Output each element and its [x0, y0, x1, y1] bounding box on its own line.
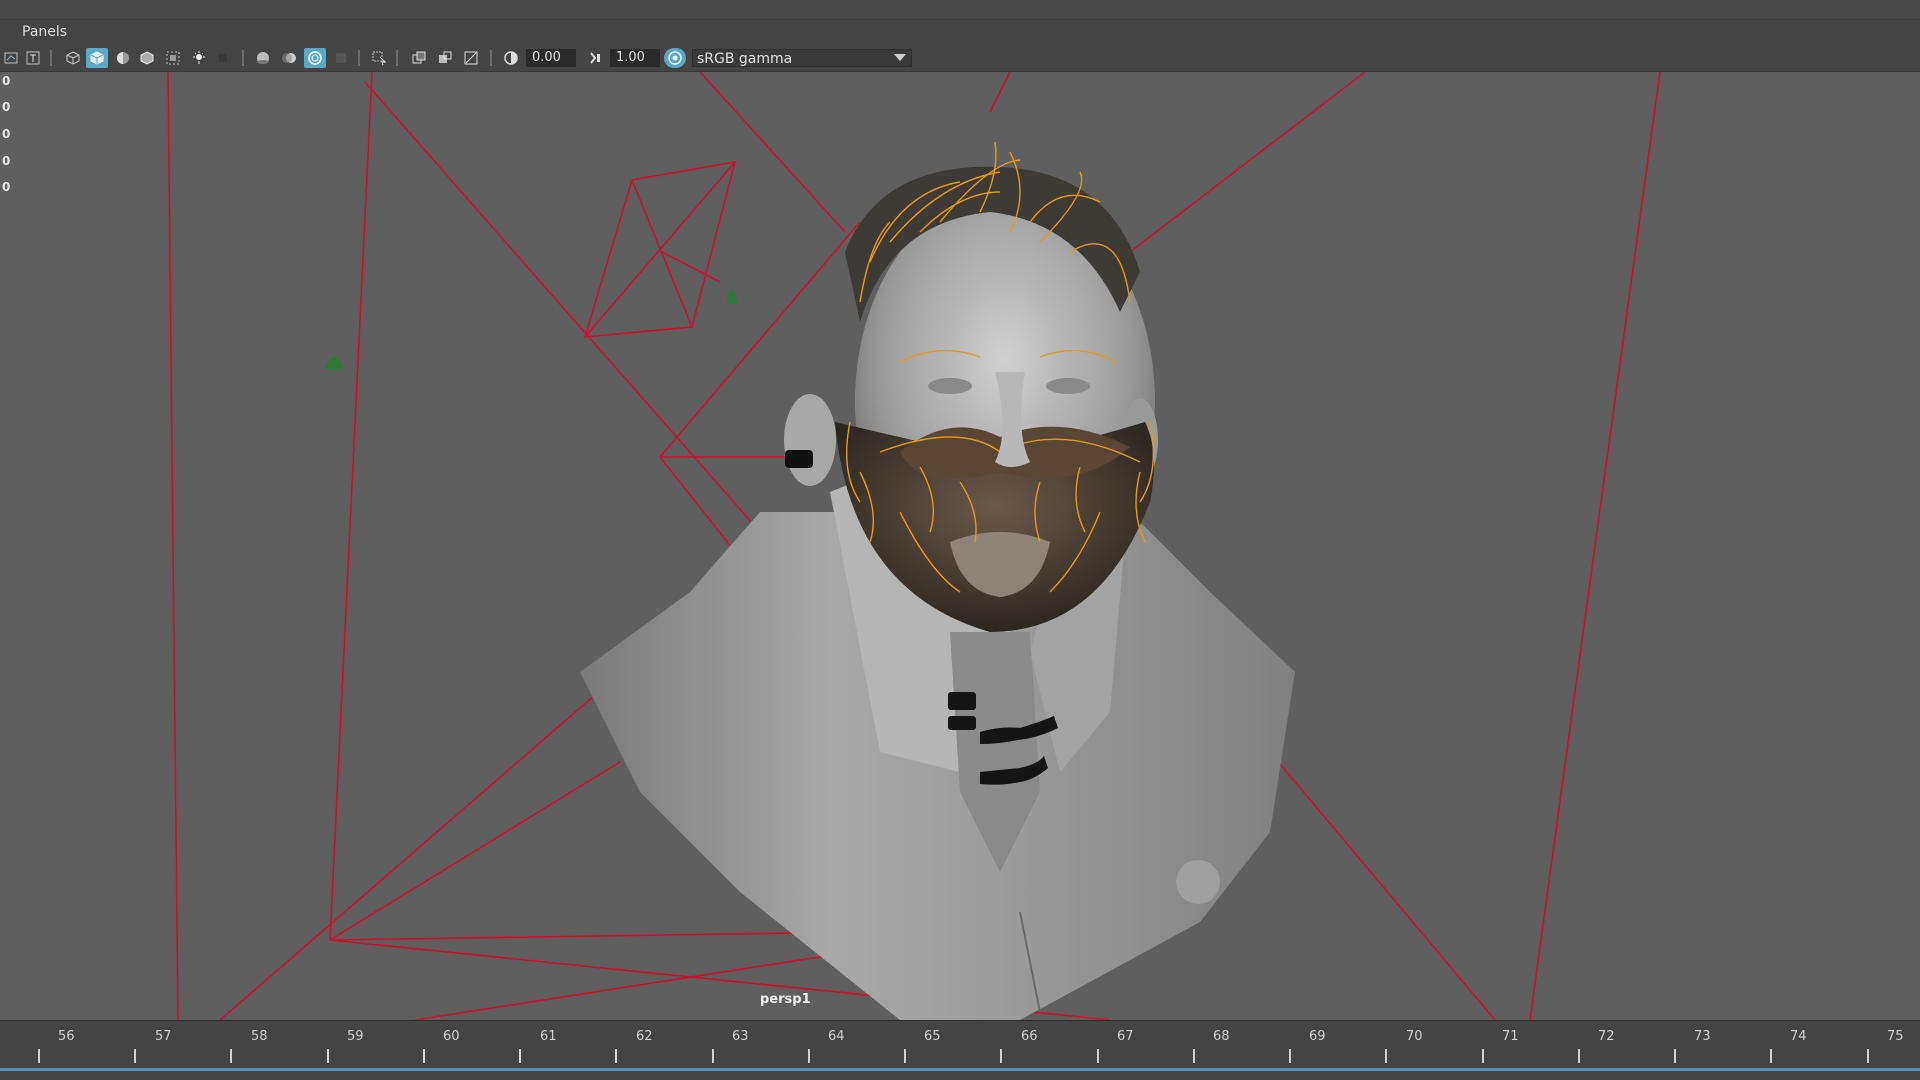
frame-label: 74 — [1790, 1029, 1807, 1044]
frame-label: 72 — [1598, 1029, 1615, 1044]
wireframe-on-shaded-icon[interactable] — [136, 48, 158, 68]
frame-label: 73 — [1694, 1029, 1711, 1044]
anti-aliasing-icon[interactable] — [304, 48, 326, 68]
xray-icon[interactable] — [162, 48, 184, 68]
frame-label: 66 — [1021, 1029, 1038, 1044]
chevron-down-icon[interactable] — [888, 49, 912, 67]
frame-label: 68 — [1213, 1029, 1230, 1044]
frame-tick — [1000, 1049, 1002, 1063]
frame-label: 57 — [155, 1029, 172, 1044]
frame-label: 65 — [924, 1029, 941, 1044]
viewport-toolbar: 0.00 1.00 sRGB gamma — [0, 44, 1920, 72]
panel-menubar: Panels — [0, 20, 1920, 44]
hud-value: 0 — [2, 74, 11, 88]
frame-tick — [1674, 1049, 1676, 1063]
title-strip — [0, 0, 1920, 20]
light-locator-green-2 — [727, 290, 737, 304]
frame-label: 59 — [347, 1029, 364, 1044]
exposure-field[interactable]: 0.00 — [526, 49, 576, 67]
frame-tick — [1578, 1049, 1580, 1063]
gamma-field[interactable]: 1.00 — [610, 49, 660, 67]
resolution-gate-icon[interactable] — [434, 48, 456, 68]
time-slider[interactable]: 56 57 58 59 60 61 62 63 64 65 66 67 68 6… — [0, 1020, 1920, 1080]
screen-space-ao-icon[interactable] — [252, 48, 274, 68]
panels-menu[interactable]: Panels — [22, 24, 67, 40]
textured-icon[interactable] — [22, 48, 44, 68]
hud-value: 0 — [2, 127, 11, 141]
frame-tick — [327, 1049, 329, 1063]
depth-of-field-icon[interactable] — [330, 48, 352, 68]
frame-tick — [38, 1049, 40, 1063]
shadows-icon[interactable] — [212, 48, 234, 68]
camera-attributes-icon[interactable] — [0, 48, 22, 68]
frame-tick — [1097, 1049, 1099, 1063]
frame-label: 75 — [1887, 1029, 1904, 1044]
camera-icon-frustum — [583, 160, 737, 338]
frame-tick — [1867, 1049, 1869, 1063]
frame-tick — [1385, 1049, 1387, 1063]
frame-label: 69 — [1309, 1029, 1326, 1044]
frame-tick — [1770, 1049, 1772, 1063]
light-locator-green — [325, 357, 343, 370]
frame-label: 63 — [732, 1029, 749, 1044]
frame-tick — [1482, 1049, 1484, 1063]
color-management-icon[interactable] — [664, 48, 686, 68]
frame-label: 71 — [1502, 1029, 1519, 1044]
lights-icon[interactable] — [188, 48, 210, 68]
frame-label: 62 — [636, 1029, 653, 1044]
hud-value: 0 — [2, 180, 11, 194]
smooth-shade-icon[interactable] — [86, 48, 108, 68]
frame-label: 70 — [1406, 1029, 1423, 1044]
perspective-viewport[interactable]: 0 0 0 0 0 persp1 — [0, 72, 1920, 1020]
maya-window: Panels 0.00 1.00 sRGB gamma 0 0 0 0 0 pe… — [0, 0, 1920, 1080]
frame-tick — [230, 1049, 232, 1063]
hud-value: 0 — [2, 154, 11, 168]
frame-tick — [1289, 1049, 1291, 1063]
scene-render — [167, 72, 1661, 1020]
gamma-icon[interactable] — [584, 48, 606, 68]
frame-label: 58 — [251, 1029, 268, 1044]
frame-label: 60 — [443, 1029, 460, 1044]
exposure-icon[interactable] — [500, 48, 522, 68]
grid-icon[interactable] — [408, 48, 430, 68]
frame-label: 64 — [828, 1029, 845, 1044]
hud-value: 0 — [2, 100, 11, 114]
frame-tick — [808, 1049, 810, 1063]
frame-tick — [134, 1049, 136, 1063]
character-bust — [580, 141, 1295, 1020]
default-material-icon[interactable] — [112, 48, 134, 68]
frame-tick — [519, 1049, 521, 1063]
frame-tick — [615, 1049, 617, 1063]
isolate-select-icon[interactable] — [368, 48, 390, 68]
frame-label: 56 — [58, 1029, 75, 1044]
gate-mask-icon[interactable] — [460, 48, 482, 68]
frame-label: 67 — [1117, 1029, 1134, 1044]
playback-range-bar — [0, 1068, 1920, 1071]
motion-blur-icon[interactable] — [278, 48, 300, 68]
frame-label: 61 — [540, 1029, 557, 1044]
view-transform-select[interactable]: sRGB gamma — [692, 49, 912, 67]
frame-tick — [1193, 1049, 1195, 1063]
frame-tick — [712, 1049, 714, 1063]
wireframe-icon[interactable] — [62, 48, 84, 68]
frame-tick — [423, 1049, 425, 1063]
frame-tick — [904, 1049, 906, 1063]
camera-name-label: persp1 — [760, 992, 811, 1007]
